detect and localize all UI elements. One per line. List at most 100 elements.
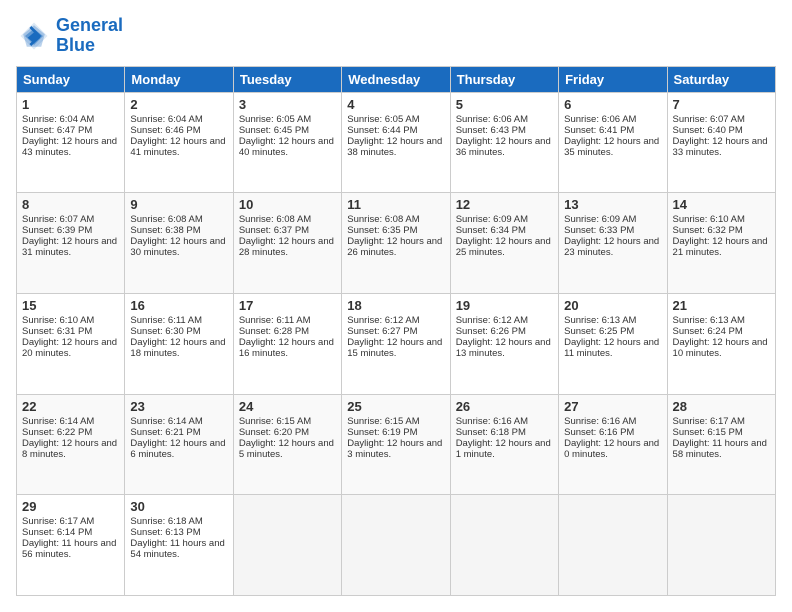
col-header-sunday: Sunday <box>17 66 125 92</box>
day-number: 9 <box>130 197 227 212</box>
day-number: 27 <box>564 399 661 414</box>
calendar-week-row: 15Sunrise: 6:10 AMSunset: 6:31 PMDayligh… <box>17 293 776 394</box>
calendar-cell: 13Sunrise: 6:09 AMSunset: 6:33 PMDayligh… <box>559 193 667 294</box>
day-number: 30 <box>130 499 227 514</box>
day-number: 29 <box>22 499 119 514</box>
calendar-cell: 9Sunrise: 6:08 AMSunset: 6:38 PMDaylight… <box>125 193 233 294</box>
header-row: SundayMondayTuesdayWednesdayThursdayFrid… <box>17 66 776 92</box>
calendar-cell: 22Sunrise: 6:14 AMSunset: 6:22 PMDayligh… <box>17 394 125 495</box>
calendar-week-row: 29Sunrise: 6:17 AMSunset: 6:14 PMDayligh… <box>17 495 776 596</box>
calendar-cell: 8 Sunrise: 6:07 AMSunset: 6:39 PMDaylight… <box>17 193 125 294</box>
calendar-cell: 6Sunrise: 6:06 AMSunset: 6:41 PMDaylight… <box>559 92 667 193</box>
day-number: 23 <box>130 399 227 414</box>
day-number: 2 <box>130 97 227 112</box>
calendar-cell <box>342 495 450 596</box>
calendar-week-row: 8Sunrise: 6:07 AMSunset: 6:39 PMDaylight… <box>17 193 776 294</box>
logo: General Blue <box>16 16 123 56</box>
daylight-text: Daylight: 12 hours and 11 minutes. <box>564 337 661 359</box>
calendar-cell: 17Sunrise: 6:11 AMSunset: 6:28 PMDayligh… <box>233 293 341 394</box>
daylight-text: Daylight: 12 hours and 3 minutes. <box>347 438 444 460</box>
sunrise-text: Sunrise: 6:14 AM <box>22 416 119 427</box>
sunset-text: Sunset: 6:20 PM <box>239 427 336 438</box>
sunrise-text: Sunrise: 6:17 AM <box>22 516 119 527</box>
calendar-cell <box>450 495 558 596</box>
logo-icon <box>16 18 52 54</box>
sunset-text: Sunset: 6:13 PM <box>130 527 227 538</box>
day-number: 20 <box>564 298 661 313</box>
col-header-thursday: Thursday <box>450 66 558 92</box>
sunset-text: Sunset: 6:22 PM <box>22 427 119 438</box>
day-number: 28 <box>673 399 770 414</box>
daylight-text: Daylight: 12 hours and 40 minutes. <box>239 136 336 158</box>
sunset-text: Sunset: 6:37 PM <box>239 225 336 236</box>
day-number: 10 <box>239 197 336 212</box>
daylight-text: Daylight: 11 hours and 58 minutes. <box>673 438 770 460</box>
sunrise-text: Sunrise: 6:04 AM <box>130 114 227 125</box>
sunset-text: Sunset: 6:30 PM <box>130 326 227 337</box>
calendar-cell: 26Sunrise: 6:16 AMSunset: 6:18 PMDayligh… <box>450 394 558 495</box>
day-number: 13 <box>564 197 661 212</box>
sunset-text: Sunset: 6:39 PM <box>22 225 119 236</box>
col-header-saturday: Saturday <box>667 66 775 92</box>
sunrise-text: Sunrise: 6:13 AM <box>673 315 770 326</box>
daylight-text: Daylight: 12 hours and 15 minutes. <box>347 337 444 359</box>
col-header-wednesday: Wednesday <box>342 66 450 92</box>
daylight-text: Daylight: 11 hours and 56 minutes. <box>22 538 119 560</box>
sunset-text: Sunset: 6:34 PM <box>456 225 553 236</box>
daylight-text: Daylight: 12 hours and 30 minutes. <box>130 236 227 258</box>
sunrise-text: Sunrise: 6:16 AM <box>564 416 661 427</box>
sunrise-text: Sunrise: 6:08 AM <box>347 214 444 225</box>
sunset-text: Sunset: 6:41 PM <box>564 125 661 136</box>
daylight-text: Daylight: 12 hours and 6 minutes. <box>130 438 227 460</box>
sunrise-text: Sunrise: 6:14 AM <box>130 416 227 427</box>
sunset-text: Sunset: 6:21 PM <box>130 427 227 438</box>
calendar-cell: 27Sunrise: 6:16 AMSunset: 6:16 PMDayligh… <box>559 394 667 495</box>
calendar-cell <box>667 495 775 596</box>
daylight-text: Daylight: 11 hours and 54 minutes. <box>130 538 227 560</box>
day-number: 18 <box>347 298 444 313</box>
calendar-cell: 1Sunrise: 6:04 AMSunset: 6:47 PMDaylight… <box>17 92 125 193</box>
calendar-cell: 11Sunrise: 6:08 AMSunset: 6:35 PMDayligh… <box>342 193 450 294</box>
day-number: 5 <box>456 97 553 112</box>
day-number: 24 <box>239 399 336 414</box>
sunset-text: Sunset: 6:31 PM <box>22 326 119 337</box>
calendar-cell: 16Sunrise: 6:11 AMSunset: 6:30 PMDayligh… <box>125 293 233 394</box>
calendar-cell: 3Sunrise: 6:05 AMSunset: 6:45 PMDaylight… <box>233 92 341 193</box>
daylight-text: Daylight: 12 hours and 28 minutes. <box>239 236 336 258</box>
sunrise-text: Sunrise: 6:15 AM <box>239 416 336 427</box>
sunrise-text: Sunrise: 6:09 AM <box>564 214 661 225</box>
day-number: 19 <box>456 298 553 313</box>
daylight-text: Daylight: 12 hours and 43 minutes. <box>22 136 119 158</box>
day-number: 8 <box>22 197 119 212</box>
calendar-cell: 14Sunrise: 6:10 AMSunset: 6:32 PMDayligh… <box>667 193 775 294</box>
day-number: 3 <box>239 97 336 112</box>
daylight-text: Daylight: 12 hours and 36 minutes. <box>456 136 553 158</box>
sunset-text: Sunset: 6:15 PM <box>673 427 770 438</box>
sunset-text: Sunset: 6:27 PM <box>347 326 444 337</box>
day-number: 22 <box>22 399 119 414</box>
col-header-monday: Monday <box>125 66 233 92</box>
sunset-text: Sunset: 6:28 PM <box>239 326 336 337</box>
day-number: 26 <box>456 399 553 414</box>
calendar-cell: 7Sunrise: 6:07 AMSunset: 6:40 PMDaylight… <box>667 92 775 193</box>
sunrise-text: Sunrise: 6:07 AM <box>673 114 770 125</box>
calendar: SundayMondayTuesdayWednesdayThursdayFrid… <box>16 66 776 596</box>
calendar-cell: 18Sunrise: 6:12 AMSunset: 6:27 PMDayligh… <box>342 293 450 394</box>
sunrise-text: Sunrise: 6:04 AM <box>22 114 119 125</box>
sunset-text: Sunset: 6:44 PM <box>347 125 444 136</box>
daylight-text: Daylight: 12 hours and 31 minutes. <box>22 236 119 258</box>
day-number: 11 <box>347 197 444 212</box>
sunset-text: Sunset: 6:35 PM <box>347 225 444 236</box>
logo-text: General Blue <box>56 16 123 56</box>
calendar-week-row: 22Sunrise: 6:14 AMSunset: 6:22 PMDayligh… <box>17 394 776 495</box>
calendar-cell: 5Sunrise: 6:06 AMSunset: 6:43 PMDaylight… <box>450 92 558 193</box>
daylight-text: Daylight: 12 hours and 21 minutes. <box>673 236 770 258</box>
day-number: 12 <box>456 197 553 212</box>
sunrise-text: Sunrise: 6:07 AM <box>22 214 119 225</box>
daylight-text: Daylight: 12 hours and 33 minutes. <box>673 136 770 158</box>
header: General Blue <box>16 16 776 56</box>
sunrise-text: Sunrise: 6:05 AM <box>347 114 444 125</box>
sunset-text: Sunset: 6:25 PM <box>564 326 661 337</box>
day-number: 25 <box>347 399 444 414</box>
calendar-cell: 12Sunrise: 6:09 AMSunset: 6:34 PMDayligh… <box>450 193 558 294</box>
